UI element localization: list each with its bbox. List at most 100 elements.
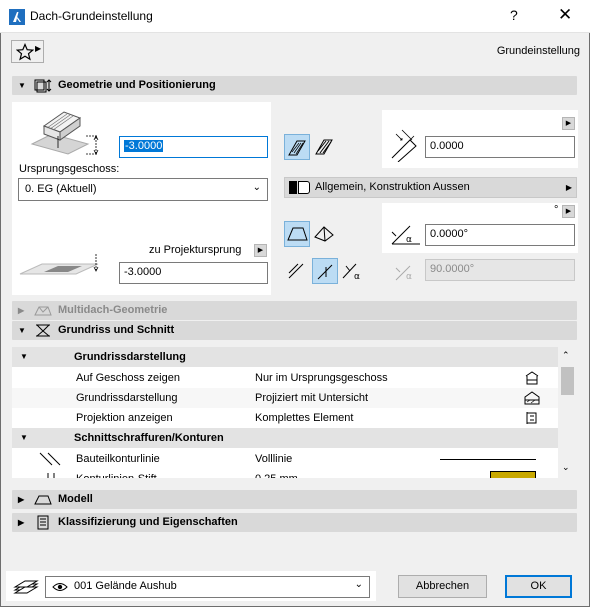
- row-value[interactable]: Projiziert mit Untersicht: [255, 388, 368, 408]
- row-label: Projektion anzeigen: [76, 412, 173, 424]
- section-geometry-label: Geometrie und Positionierung: [58, 79, 216, 91]
- roof-single-plane-button[interactable]: [284, 134, 310, 160]
- table-row[interactable]: Auf Geschoss zeigen Nur im Ursprungsgesc…: [12, 368, 558, 388]
- expand-triangle-icon: ▶: [18, 518, 25, 527]
- table-row[interactable]: Konturlinien-Stift 0.25 mm: [12, 469, 558, 478]
- row-value[interactable]: 0.25 mm: [255, 469, 298, 478]
- chevron-down-icon: ⌄: [252, 182, 261, 193]
- thickness-toggle-button[interactable]: ▶: [562, 117, 575, 130]
- chevron-right-icon: ▶: [565, 120, 572, 127]
- section-multiroof-label: Multidach-Geometrie: [58, 304, 168, 316]
- edge-custom-angle-button[interactable]: α: [340, 258, 366, 284]
- floorplan-display-icon: [524, 391, 540, 405]
- ok-button[interactable]: OK: [505, 575, 572, 598]
- angle-secondary-icon: α: [395, 265, 412, 282]
- roof-gable-button[interactable]: [312, 221, 338, 247]
- edge-vertical-button[interactable]: [284, 258, 310, 284]
- classification-icon: [37, 515, 49, 530]
- roof-offset-icon: [30, 111, 99, 155]
- surface-right-swatch-icon: [298, 181, 310, 194]
- thickness-input[interactable]: 0.0000: [425, 136, 575, 158]
- table-row[interactable]: Grundrissdarstellung Projiziert mit Unte…: [12, 388, 558, 408]
- geometry-positioning-icon: [34, 79, 52, 93]
- chevron-right-icon: ▶: [35, 44, 42, 53]
- angle-secondary-value: 90.0000°: [430, 263, 475, 275]
- edge-perpendicular-icon: [317, 264, 333, 280]
- angle-unit-label: °: [554, 204, 559, 216]
- home-story-value: 0. EG (Aktuell): [25, 183, 97, 195]
- surface-left-swatch-icon: [289, 181, 297, 194]
- table-row[interactable]: Projektion anzeigen Komplettes Element: [12, 408, 558, 428]
- roof-offset-input[interactable]: -3.0000: [119, 136, 268, 158]
- row-value[interactable]: Nur im Ursprungsgeschoss: [255, 368, 388, 388]
- section-model-label: Modell: [58, 493, 93, 505]
- section-floorplan-header[interactable]: ▼ Grundriss und Schnitt: [12, 321, 577, 340]
- roof-hatched-plane-icon: [315, 139, 333, 155]
- roof-hatched-plane-button[interactable]: [312, 134, 338, 160]
- layer-dropdown[interactable]: 001 Gelände Aushub ⌄: [45, 576, 370, 598]
- svg-text:α: α: [406, 235, 412, 245]
- angle-value: 0.0000°: [430, 228, 469, 240]
- angle-input[interactable]: 0.0000°: [425, 224, 575, 246]
- roof-slope-button[interactable]: [284, 221, 310, 247]
- floorplan-section-icon: [36, 324, 50, 337]
- pen-color-swatch[interactable]: [490, 471, 536, 478]
- roof-single-plane-icon: [288, 140, 306, 156]
- help-button[interactable]: ?: [510, 7, 518, 23]
- layer-value: 001 Gelände Aushub: [74, 580, 177, 592]
- chevron-right-icon: ▶: [565, 208, 572, 215]
- project-zero-input[interactable]: -3.0000: [119, 262, 268, 284]
- roof-angle-icon: α: [391, 225, 420, 245]
- multiroof-icon: [34, 306, 52, 316]
- title-bar: Dach-Grundeinstellung ? ✕: [0, 0, 590, 33]
- cancel-button[interactable]: Abbrechen: [398, 575, 487, 598]
- edge-perpendicular-button[interactable]: [312, 258, 338, 284]
- angle-toggle-button[interactable]: ▶: [562, 205, 575, 218]
- projection-icon: [526, 412, 537, 424]
- line-preview: [440, 459, 536, 460]
- table-group-floorplan[interactable]: ▼ Grundrissdarstellung: [12, 347, 558, 367]
- material-selector[interactable]: Allgemein, Konstruktion Aussen ▶: [284, 177, 577, 198]
- row-value[interactable]: Volllinie: [255, 449, 292, 469]
- model-icon: [34, 495, 52, 505]
- scroll-up-icon[interactable]: ⌃: [562, 350, 570, 361]
- row-label: Auf Geschoss zeigen: [76, 372, 180, 384]
- section-classification-header[interactable]: ▶ Klassifizierung und Eigenschaften: [12, 513, 577, 532]
- home-story-dropdown[interactable]: 0. EG (Aktuell) ⌄: [18, 178, 268, 201]
- section-geometry-header[interactable]: ▼ Geometrie und Positionierung: [12, 76, 577, 95]
- close-button[interactable]: ✕: [558, 5, 572, 25]
- project-zero-toggle-button[interactable]: ▶: [254, 244, 267, 257]
- project-zero-value: -3.0000: [124, 266, 162, 278]
- angle-secondary-input: 90.0000°: [425, 259, 575, 281]
- chevron-down-icon: ⌄: [354, 579, 363, 590]
- row-label: Konturlinien-Stift: [76, 469, 157, 478]
- group-label: Grundrissdarstellung: [74, 351, 186, 363]
- section-floorplan-label: Grundriss und Schnitt: [58, 324, 175, 336]
- row-label: Grundrissdarstellung: [76, 392, 178, 404]
- scroll-down-icon[interactable]: ⌄: [562, 462, 570, 473]
- material-label: Allgemein, Konstruktion Aussen: [315, 181, 470, 193]
- settings-table: ▼ Grundrissdarstellung Auf Geschoss zeig…: [12, 347, 558, 478]
- favorites-button[interactable]: ▶: [11, 40, 44, 63]
- preset-name: Grundeinstellung: [496, 45, 580, 57]
- expand-triangle-icon: ▶: [18, 306, 25, 315]
- scrollbar-thumb[interactable]: [561, 367, 574, 395]
- row-label: Bauteilkonturlinie: [76, 453, 160, 465]
- section-model-header[interactable]: ▶ Modell: [12, 490, 577, 509]
- table-row[interactable]: Bauteilkonturlinie Volllinie: [12, 449, 558, 469]
- edge-vertical-icon: [288, 263, 304, 279]
- window-title: Dach-Grundeinstellung: [30, 9, 153, 23]
- table-group-section[interactable]: ▼ Schnittschraffuren/Konturen: [12, 428, 558, 448]
- section-multiroof-header: ▶ Multidach-Geometrie: [12, 301, 577, 320]
- collapse-triangle-icon: ▼: [18, 326, 26, 335]
- section-classification-label: Klassifizierung und Eigenschaften: [58, 516, 238, 528]
- contour-line-icon: [39, 452, 61, 466]
- roof-thickness-icon: [391, 129, 417, 162]
- row-value[interactable]: Komplettes Element: [255, 408, 353, 428]
- collapse-triangle-icon: ▼: [18, 81, 26, 90]
- svg-text:α: α: [406, 272, 412, 282]
- project-zero-label: zu Projektursprung: [149, 244, 242, 256]
- collapse-triangle-icon: ▼: [20, 352, 28, 361]
- table-scrollbar[interactable]: ⌃ ⌄: [559, 347, 576, 478]
- collapse-triangle-icon: ▼: [20, 433, 28, 442]
